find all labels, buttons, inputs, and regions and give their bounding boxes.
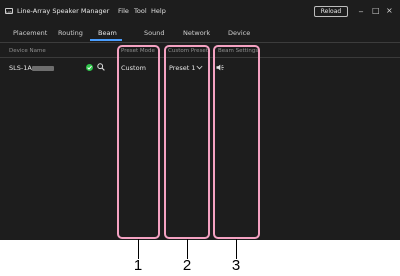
menu-file[interactable]: File [118,7,129,15]
tab-bar: Placement Routing Beam Sound Network Dev… [0,25,400,43]
check-circle-icon [86,64,93,71]
callout-line-2 [187,239,188,259]
highlight-box-custom-preset [164,45,210,239]
tab-device[interactable]: Device [228,29,250,37]
window-title: Line-Array Speaker Manager [17,7,110,15]
highlight-box-beam-settings [213,45,260,239]
callout-number-2: 2 [182,257,192,274]
callout-line-3 [236,239,237,259]
search-icon[interactable] [97,63,105,71]
app-logo-icon: LAS [5,8,13,14]
title-bar: LAS Line-Array Speaker Manager File Tool… [0,0,400,22]
menu-help[interactable]: Help [151,7,166,15]
minimize-button[interactable]: _ [359,3,363,13]
active-tab-indicator [90,39,122,41]
redacted-serial [32,66,54,71]
tab-placement[interactable]: Placement [13,29,47,37]
column-header-device-name: Device Name [9,48,46,54]
callout-line-1 [138,239,139,259]
highlight-box-preset-mode [117,45,160,239]
tab-routing[interactable]: Routing [58,29,83,37]
tab-network[interactable]: Network [183,29,210,37]
device-name-cell: SLS-1A- [9,64,35,72]
maximize-button[interactable]: □ [372,6,380,16]
callout-number-3: 3 [231,257,241,274]
close-button[interactable]: × [386,6,393,16]
callout-number-1: 1 [133,257,143,274]
reload-button[interactable]: Reload [314,6,348,17]
menu-tool[interactable]: Tool [134,7,147,15]
tab-beam[interactable]: Beam [98,29,117,37]
tab-sound[interactable]: Sound [144,29,164,37]
